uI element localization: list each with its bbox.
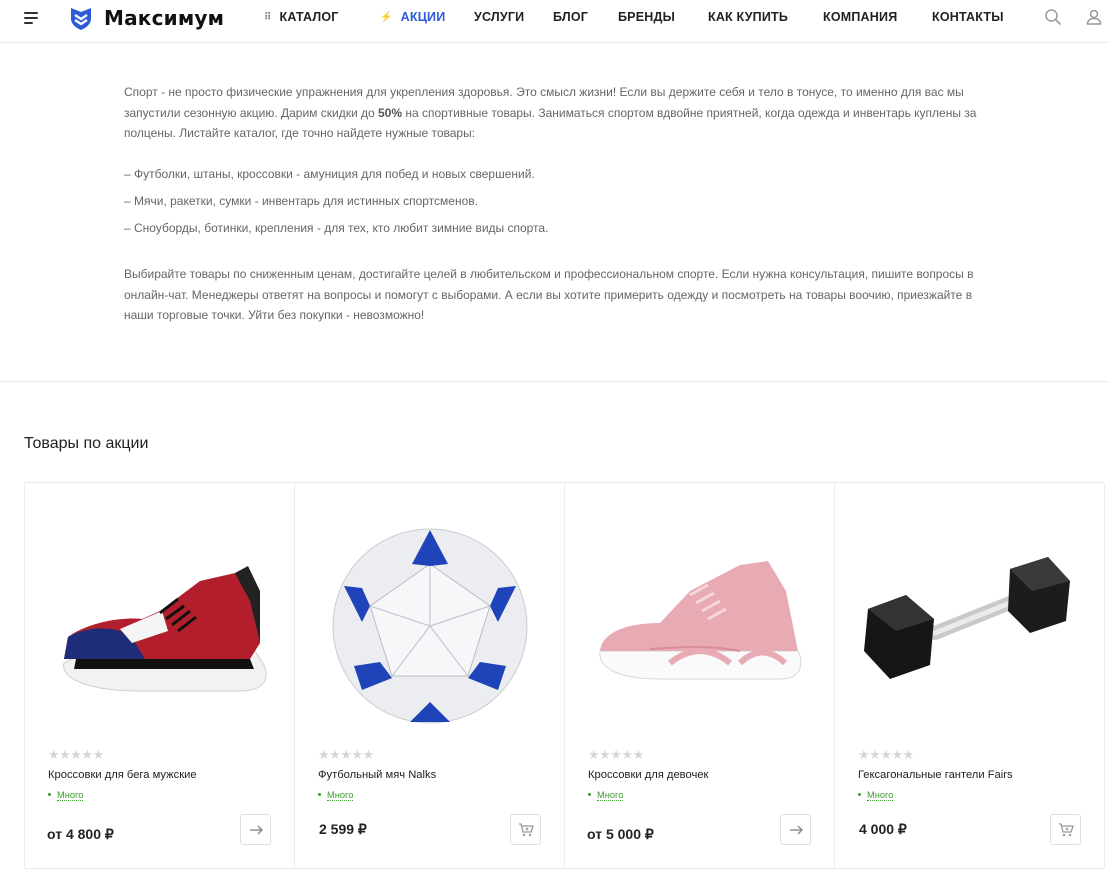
section-title: Товары по акции [24,435,149,452]
nav-how-to-buy-label: КАК КУПИТЬ [708,10,789,24]
product-image[interactable] [315,511,545,741]
promo-list-item: – Мячи, ракетки, сумки - инвентарь для и… [124,193,478,208]
sneaker-icon [63,566,267,692]
stock-dot-icon [318,793,321,796]
product-price: 2 599 ₽ [319,821,367,837]
promo-paragraph-2: Выбирайте товары по сниженным ценам, дос… [124,267,974,322]
cart-icon [1058,822,1074,836]
stock-status: Много [588,790,624,801]
add-to-cart-button[interactable] [510,814,541,845]
nav-contacts-label: КОНТАКТЫ [932,10,1004,24]
nav-catalog-label: КАТАЛОГ [279,10,339,24]
details-button[interactable] [780,814,811,845]
product-card[interactable]: ★★★★★ Кроссовки для девочек Много от 5 0… [565,483,835,869]
stock-status: Много [858,790,894,801]
search-icon[interactable] [1044,8,1062,26]
promo-list-item: – Сноуборды, ботинки, крепления - для те… [124,220,549,235]
product-name[interactable]: Футбольный мяч Nalks [318,769,436,781]
sneaker-icon [599,561,802,680]
stock-label: Много [327,790,354,801]
promo-paragraph-1: Спорт - не просто физические упражнения … [124,82,984,144]
nav-company-label: КОМПАНИЯ [823,10,898,24]
football-icon [332,528,528,724]
rating-stars: ★★★★★ [858,747,914,762]
rating-stars: ★★★★★ [318,747,374,762]
logo-text: Максимум [104,6,225,30]
arrow-right-icon [789,825,803,834]
product-image[interactable] [855,511,1085,741]
product-card[interactable]: ★★★★★ Кроссовки для бега мужские Много о… [25,483,295,869]
rating-stars: ★★★★★ [48,747,104,762]
section-divider [0,381,1109,382]
product-grid: ★★★★★ Кроссовки для бега мужские Много о… [24,482,1105,869]
nav-company[interactable]: КОМПАНИЯ [823,10,897,24]
nav-brands[interactable]: БРЕНДЫ [618,10,675,24]
nav-blog[interactable]: БЛОГ [553,10,588,24]
stock-status: Много [318,790,354,801]
nav-promotions-label: АКЦИИ [400,10,446,24]
nav-services-label: УСЛУГИ [474,10,525,24]
stock-dot-icon [48,793,51,796]
promo-list: – Футболки, штаны, кроссовки - амуниция … [124,164,984,239]
nav-brands-label: БРЕНДЫ [618,10,676,24]
product-name[interactable]: Гексагональные гантели Fairs [858,769,1013,781]
menu-burger-icon[interactable] [24,12,40,26]
stock-dot-icon [858,793,861,796]
product-card[interactable]: ★★★★★ Гексагональные гантели Fairs Много… [835,483,1105,869]
product-image[interactable] [45,511,275,741]
stock-dot-icon [588,793,591,796]
promo-description: Спорт - не просто физические упражнения … [124,82,984,326]
product-image[interactable] [585,511,815,741]
product-name[interactable]: Кроссовки для девочек [588,769,708,781]
nav-blog-label: БЛОГ [553,10,589,24]
promo-list-item: – Футболки, штаны, кроссовки - амуниция … [124,166,535,181]
dumbbell-icon [864,557,1070,679]
nav-catalog[interactable]: ⠿ КАТАЛОГ [264,10,339,24]
product-price: 4 000 ₽ [859,821,907,837]
add-to-cart-button[interactable] [1050,814,1081,845]
nav-promotions[interactable]: ⚡ АКЦИИ [380,10,445,24]
logo[interactable]: Максимум [68,3,224,33]
stock-status: Много [48,790,84,801]
product-price: от 5 000 ₽ [587,826,654,842]
promo-discount-highlight: 50% [378,105,403,120]
product-price: от 4 800 ₽ [47,826,114,842]
stock-label: Много [597,790,624,801]
cart-icon [518,822,534,836]
logo-shield-icon [71,8,91,30]
product-card[interactable]: ★★★★★ Футбольный мяч Nalks Много 2 599 ₽ [295,483,565,869]
product-name[interactable]: Кроссовки для бега мужские [48,769,197,781]
nav-contacts[interactable]: КОНТАКТЫ [932,10,1004,24]
details-button[interactable] [240,814,271,845]
lightning-icon: ⚡ [380,12,393,23]
stock-label: Много [867,790,894,801]
arrow-right-icon [249,825,263,834]
nav-how-to-buy[interactable]: КАК КУПИТЬ [708,10,788,24]
nav-services[interactable]: УСЛУГИ [474,10,524,24]
grid-icon: ⠿ [264,12,272,23]
user-icon[interactable] [1085,8,1103,26]
site-header: Максимум ⠿ КАТАЛОГ ⚡ АКЦИИ УСЛУГИ БЛОГ БРЕ… [0,0,1109,43]
stock-label: Много [57,790,84,801]
rating-stars: ★★★★★ [588,747,644,762]
